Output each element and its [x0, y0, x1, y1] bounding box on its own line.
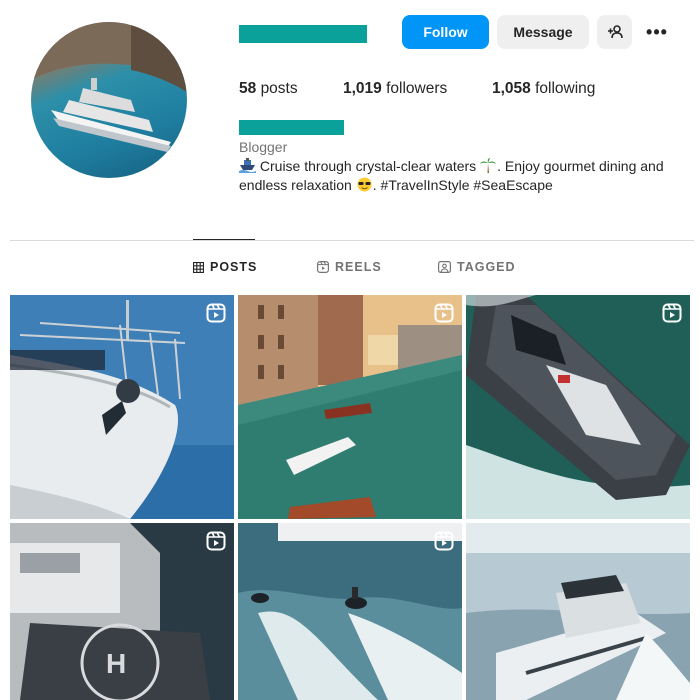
post-image-motor-yacht — [466, 523, 690, 700]
grid-icon — [193, 261, 204, 273]
profile-avatar[interactable] — [31, 22, 187, 178]
suggest-accounts-button[interactable] — [597, 15, 632, 49]
post-tile-4[interactable]: H — [10, 523, 234, 700]
tagged-icon — [438, 261, 451, 273]
post-image-aerial-yacht — [466, 295, 690, 519]
post-tile-6[interactable] — [466, 523, 690, 700]
reel-icon — [662, 303, 682, 323]
avatar-yacht-photo — [31, 22, 187, 152]
tab-reels[interactable]: REELS — [317, 260, 382, 274]
posts-count: 58 posts — [239, 80, 298, 97]
reel-icon — [206, 303, 226, 323]
follow-button[interactable]: Follow — [402, 15, 489, 49]
display-name-redacted — [239, 120, 344, 135]
more-options-button[interactable]: ••• — [641, 15, 673, 49]
followers-link[interactable]: 1,019 followers — [343, 80, 447, 98]
post-image-yacht-bow — [10, 295, 234, 519]
reel-icon — [434, 531, 454, 551]
active-tab-indicator — [193, 239, 255, 240]
reel-icon — [434, 303, 454, 323]
svg-text:H: H — [106, 648, 126, 679]
person-plus-icon — [607, 25, 623, 39]
tab-tagged[interactable]: TAGGED — [438, 260, 516, 274]
post-image-jet-skis — [238, 523, 462, 700]
post-tile-5[interactable] — [238, 523, 462, 700]
following-link[interactable]: 1,058 following — [492, 80, 595, 98]
ship-emoji-icon — [239, 158, 256, 173]
profile-bio: Cruise through crystal-clear waters . En… — [239, 158, 664, 193]
message-button[interactable]: Message — [497, 15, 589, 49]
sunglasses-emoji-icon — [356, 177, 373, 192]
palm-tree-emoji-icon — [480, 158, 497, 173]
username-redacted — [239, 25, 367, 43]
post-tile-3[interactable] — [466, 295, 690, 519]
reel-icon — [206, 531, 226, 551]
tab-posts[interactable]: POSTS — [193, 260, 257, 274]
profile-category: Blogger — [239, 139, 288, 155]
post-tile-1[interactable] — [10, 295, 234, 519]
post-image-helipad-deck: H — [10, 523, 234, 700]
reels-icon — [317, 261, 329, 273]
post-image-venice-canal — [238, 295, 462, 519]
post-tile-2[interactable] — [238, 295, 462, 519]
section-divider — [10, 240, 694, 241]
